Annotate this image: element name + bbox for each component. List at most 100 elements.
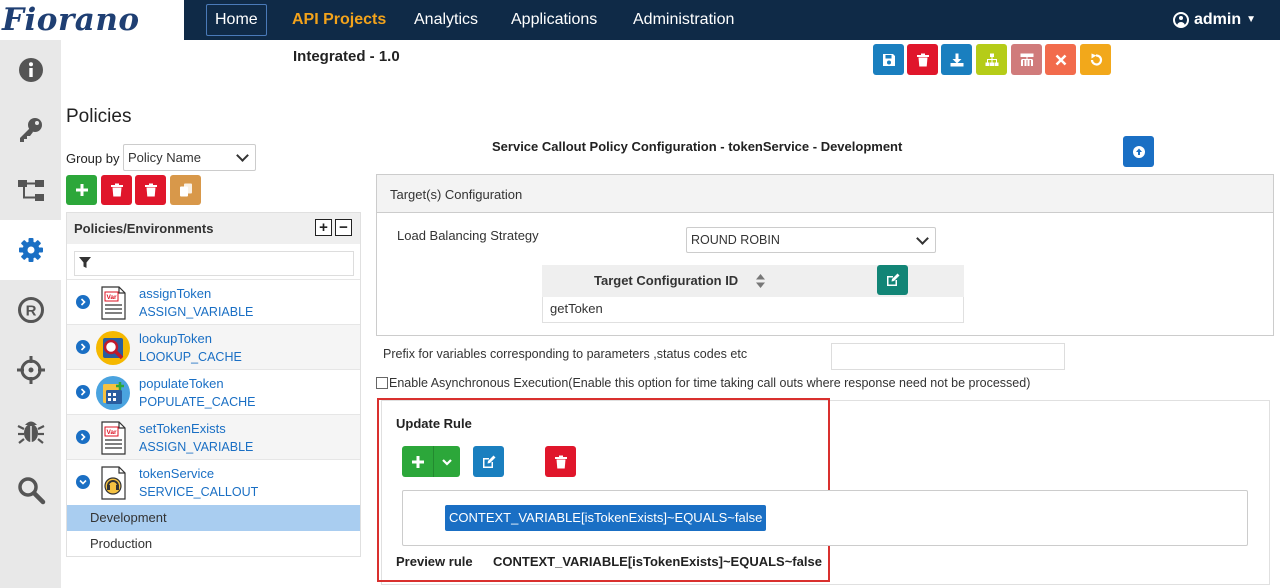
chevron-right-icon[interactable]: [76, 340, 90, 354]
scroll-up-button[interactable]: [1123, 136, 1154, 167]
populate-cache-icon: [96, 376, 130, 410]
tree-item-type: LOOKUP_CACHE: [139, 350, 242, 364]
tree-item-setTokenExists[interactable]: Var setTokenExists ASSIGN_VARIABLE: [67, 414, 360, 459]
tree-item-name[interactable]: lookupToken: [139, 331, 212, 346]
rule-chip[interactable]: CONTEXT_VARIABLE[isTokenExists]~EQUALS~f…: [445, 505, 767, 531]
nav-analytics[interactable]: Analytics: [414, 0, 478, 40]
add-rule-split-button[interactable]: [402, 446, 460, 477]
edit-target-button[interactable]: [877, 265, 908, 295]
save-button[interactable]: [873, 44, 904, 75]
group-by-select[interactable]: Policy Name: [123, 144, 256, 171]
group-by-label: Group by: [66, 151, 120, 166]
hierarchy-button[interactable]: [976, 44, 1007, 75]
tree-item-populateToken[interactable]: populateToken POPULATE_CACHE: [67, 369, 360, 414]
document-var-icon: Var: [101, 286, 126, 320]
caret-down-icon: ▼: [1246, 14, 1256, 25]
sitemap-alt-icon: [1020, 53, 1033, 66]
copy-icon: [179, 183, 192, 197]
document-var-icon: Var: [101, 421, 126, 455]
tree-filter-input[interactable]: [74, 251, 354, 276]
top-navbar: Fiorano Home API Projects Analytics Appl…: [0, 0, 1280, 40]
policies-tree: Policies/Environments + − Var assignToke…: [66, 212, 361, 557]
targets-panel: Target(s) Configuration Load Balancing S…: [376, 174, 1274, 336]
logo[interactable]: Fiorano: [0, 0, 184, 40]
chevron-right-icon[interactable]: [76, 295, 90, 309]
close-button[interactable]: [1045, 44, 1076, 75]
edit-rule-button[interactable]: [473, 446, 504, 477]
delete-rule-button[interactable]: [545, 446, 576, 477]
tree-item-name[interactable]: populateToken: [139, 376, 224, 391]
plus-icon: [411, 455, 424, 468]
env-item-development[interactable]: Development: [67, 505, 360, 531]
policies-heading: Policies: [66, 106, 132, 127]
sidebar-registered[interactable]: R: [0, 280, 61, 340]
collapse-all-icon[interactable]: −: [335, 219, 352, 236]
user-name: admin: [1193, 11, 1242, 28]
plus-icon: [75, 184, 88, 196]
chevron-right-icon[interactable]: [76, 430, 90, 444]
sidebar-gear[interactable]: [0, 220, 61, 280]
tree-item-type: POPULATE_CACHE: [139, 395, 256, 409]
chevron-down-icon: [236, 149, 249, 162]
add-rule-dropdown[interactable]: [434, 446, 460, 477]
logo-text: Fiorano: [2, 2, 140, 38]
chevron-down-icon: [916, 232, 929, 245]
nav-applications[interactable]: Applications: [511, 0, 597, 40]
chevron-down-icon: [442, 458, 452, 466]
delete-project-button[interactable]: [907, 44, 938, 75]
copy-policy-button[interactable]: [170, 175, 201, 205]
download-button[interactable]: [941, 44, 972, 75]
target-row[interactable]: getToken: [542, 297, 964, 323]
chevron-down-icon[interactable]: [76, 475, 90, 489]
tree-item-lookupToken[interactable]: lookupToken LOOKUP_CACHE: [67, 324, 360, 369]
sort-icon[interactable]: [756, 274, 765, 288]
sidebar-flow[interactable]: [0, 160, 61, 220]
tree-item-name[interactable]: tokenService: [139, 466, 214, 481]
trash-icon: [916, 53, 929, 66]
rule-editor[interactable]: CONTEXT_VARIABLE[isTokenExists]~EQUALS~f…: [402, 490, 1248, 546]
delete-policy-button[interactable]: [101, 175, 132, 205]
user-menu[interactable]: admin ▼: [1172, 0, 1256, 40]
trash-icon: [110, 183, 123, 197]
lb-strategy-value: ROUND ROBIN: [691, 233, 780, 247]
add-policy-button[interactable]: [66, 175, 97, 205]
nav-home[interactable]: Home: [206, 4, 267, 36]
env-item-production[interactable]: Production: [67, 531, 360, 557]
sidebar-key[interactable]: [0, 100, 61, 160]
target-config-id-header[interactable]: Target Configuration ID: [594, 273, 738, 288]
svg-text:Var: Var: [106, 294, 117, 301]
async-option: Enable Asynchronous Execution(Enable thi…: [376, 376, 1030, 390]
tree-header: Policies/Environments + −: [67, 213, 360, 244]
sidebar-search[interactable]: [0, 460, 61, 520]
target-icon: [16, 356, 45, 384]
tree-item-type: ASSIGN_VARIABLE: [139, 305, 254, 319]
chevron-right-icon[interactable]: [76, 385, 90, 399]
tree-item-tokenService[interactable]: tokenService SERVICE_CALLOUT: [67, 459, 360, 504]
nav-administration[interactable]: Administration: [633, 0, 734, 40]
sidebar-target[interactable]: [0, 340, 61, 400]
async-checkbox[interactable]: [376, 377, 388, 389]
nav-api-projects[interactable]: API Projects: [292, 0, 386, 40]
targets-header-label: Target(s) Configuration: [390, 187, 523, 202]
prefix-input[interactable]: [831, 343, 1065, 370]
left-sidebar: R: [0, 40, 61, 588]
hierarchy-alt-button[interactable]: [1011, 44, 1042, 75]
service-callout-icon: [101, 466, 126, 500]
tree-item-name[interactable]: setTokenExists: [139, 421, 226, 436]
tree-item-type: SERVICE_CALLOUT: [139, 485, 259, 499]
expand-all-icon[interactable]: +: [315, 219, 332, 236]
targets-header: Target(s) Configuration: [377, 175, 1273, 213]
target-table-header: Target Configuration ID: [542, 265, 964, 297]
add-rule-button[interactable]: [402, 446, 434, 477]
tree-item-name[interactable]: assignToken: [139, 286, 211, 301]
delete-environment-button[interactable]: [135, 175, 166, 205]
key-icon: [19, 118, 42, 142]
svg-text:Var: Var: [106, 429, 117, 436]
gear-icon: [18, 238, 43, 262]
tree-item-assignToken[interactable]: Var assignToken ASSIGN_VARIABLE: [67, 279, 360, 324]
lb-strategy-select[interactable]: ROUND ROBIN: [686, 227, 936, 253]
sidebar-bug[interactable]: [0, 400, 61, 460]
undo-button[interactable]: [1080, 44, 1111, 75]
sidebar-info[interactable]: [0, 40, 61, 100]
download-icon: [950, 53, 963, 66]
